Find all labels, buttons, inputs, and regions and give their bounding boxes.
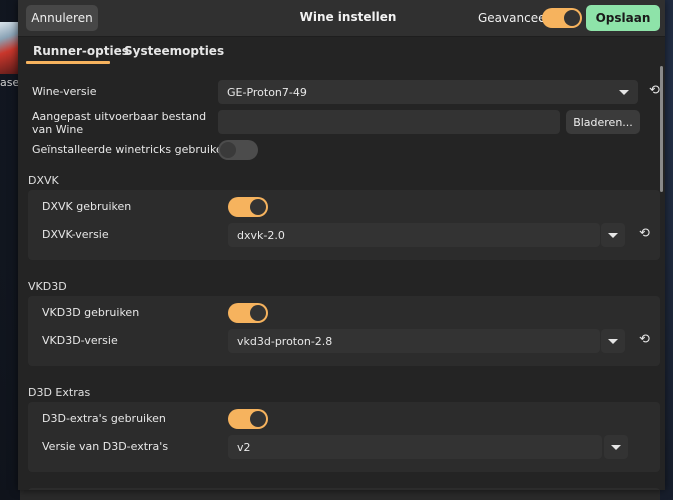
settings-content: Wine-versie GE-Proton7-49 ⟲ Aangepast ui… [18, 66, 665, 490]
dxvk-group: DXVK gebruiken DXVK-versie dxvk-2.0 ⟲ [28, 190, 660, 260]
toggle-knob [250, 411, 266, 427]
wine-version-dropdown[interactable]: GE-Proton7-49 [218, 80, 638, 104]
vkd3d-use-label: VKD3D gebruiken [42, 306, 140, 319]
winetricks-label: Geïnstalleerde winetricks gebruiken [32, 143, 230, 156]
next-section-group [28, 488, 660, 490]
toggle-knob [250, 199, 266, 215]
active-tab-indicator [26, 61, 110, 64]
dxvk-section-title: DXVK [28, 174, 59, 187]
scrollbar[interactable] [660, 66, 663, 192]
d3d-section-title: D3D Extras [28, 386, 91, 399]
toggle-knob [564, 10, 580, 26]
vkd3d-toggle[interactable] [228, 303, 268, 323]
wine-version-value: GE-Proton7-49 [227, 85, 307, 99]
vkd3d-version-label: VKD3D-versie [42, 334, 118, 347]
vkd3d-version-value: vkd3d-proton-2.8 [237, 334, 333, 348]
d3d-version-value: v2 [237, 440, 251, 454]
winetricks-toggle[interactable] [218, 140, 258, 160]
dxvk-version-field[interactable]: dxvk-2.0 [228, 223, 600, 247]
vkd3d-version-dropdown-button[interactable] [601, 329, 625, 353]
toggle-knob [220, 142, 236, 158]
dxvk-version-label: DXVK-versie [42, 228, 109, 241]
dxvk-use-label: DXVK gebruiken [42, 200, 132, 213]
d3d-group: D3D-extra's gebruiken Versie van D3D-ext… [28, 402, 660, 472]
taskbar-strip [20, 490, 660, 500]
vkd3d-section-title: VKD3D [28, 280, 67, 293]
game-thumbnail-label: ase [0, 76, 20, 89]
d3d-version-field[interactable]: v2 [228, 435, 602, 459]
cancel-button[interactable]: Annuleren [26, 5, 98, 31]
chevron-down-icon [611, 445, 621, 450]
vkd3d-group: VKD3D gebruiken VKD3D-versie vkd3d-proto… [28, 296, 660, 366]
chevron-down-icon [619, 90, 629, 95]
tab-runner-options[interactable]: Runner-opties [33, 44, 129, 58]
d3d-version-label: Versie van D3D-extra's [42, 440, 169, 453]
d3d-toggle[interactable] [228, 409, 268, 429]
toggle-knob [250, 305, 266, 321]
game-thumbnail[interactable] [0, 22, 18, 74]
browse-button[interactable]: Bladeren... [566, 110, 640, 134]
chevron-down-icon [608, 233, 618, 238]
wine-settings-dialog: Annuleren Wine instellen Geavanceerd Ops… [18, 0, 665, 490]
save-button[interactable]: Opslaan [586, 5, 660, 31]
dialog-title: Wine instellen [299, 10, 397, 24]
header-bar: Annuleren Wine instellen Geavanceerd Ops… [18, 0, 665, 37]
vkd3d-version-field[interactable]: vkd3d-proton-2.8 [228, 329, 600, 353]
dxvk-toggle[interactable] [228, 197, 268, 217]
undo-icon[interactable]: ⟲ [649, 83, 660, 98]
dxvk-version-value: dxvk-2.0 [237, 228, 285, 242]
chevron-down-icon [608, 339, 618, 344]
d3d-use-label: D3D-extra's gebruiken [42, 412, 166, 425]
wine-version-label: Wine-versie [32, 85, 97, 98]
custom-exe-label: Aangepast uitvoerbaar bestand van Wine [32, 110, 207, 136]
tab-bar: Runner-opties Systeemopties [18, 37, 665, 65]
d3d-version-dropdown-button[interactable] [604, 435, 628, 459]
undo-icon[interactable]: ⟲ [639, 332, 650, 347]
tab-system-options[interactable]: Systeemopties [124, 44, 224, 58]
undo-icon[interactable]: ⟲ [639, 226, 650, 241]
advanced-toggle[interactable] [542, 8, 582, 28]
custom-exe-input[interactable] [218, 110, 560, 134]
dxvk-version-dropdown-button[interactable] [601, 223, 625, 247]
